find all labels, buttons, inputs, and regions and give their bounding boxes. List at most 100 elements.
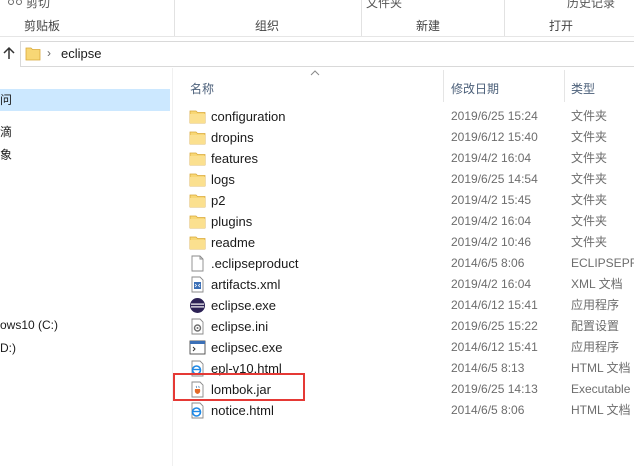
file-modified-date: 2019/6/25 15:22 bbox=[451, 319, 538, 333]
column-header-type[interactable]: 类型 bbox=[571, 80, 595, 97]
breadcrumb-eclipse[interactable]: eclipse bbox=[61, 46, 101, 61]
file-modified-date: 2019/4/2 15:45 bbox=[451, 193, 532, 207]
folder-icon bbox=[189, 150, 206, 167]
address-bar: › eclipse bbox=[0, 40, 634, 68]
ribbon: 剪切 剪贴板 组织 文件夹 新建 历史记录 打开 bbox=[0, 0, 634, 37]
highlight-annotation bbox=[173, 373, 305, 401]
scissors-icon[interactable] bbox=[8, 0, 22, 6]
file-name[interactable]: readme bbox=[211, 232, 255, 253]
nav-item-drive-d[interactable]: D:) bbox=[0, 337, 16, 359]
file-row[interactable]: .eclipseproduct 2014/6/5 8:06 ECLIPSEPRO bbox=[173, 253, 634, 274]
file-modified-date: 2019/4/2 16:04 bbox=[451, 214, 532, 228]
cut-label[interactable]: 剪切 bbox=[26, 0, 50, 11]
new-group-label: 新建 bbox=[416, 19, 441, 33]
file-modified-date: 2019/6/12 15:40 bbox=[451, 130, 538, 144]
file-modified-date: 2019/4/2 16:04 bbox=[451, 151, 532, 165]
file-modified-date: 2019/6/25 15:24 bbox=[451, 109, 538, 123]
address-box[interactable]: › eclipse bbox=[20, 41, 634, 67]
nav-item-label: 象 bbox=[0, 148, 13, 162]
file-row[interactable]: configuration 2019/6/25 15:24 文件夹 bbox=[173, 106, 634, 127]
up-arrow-icon[interactable] bbox=[2, 46, 16, 60]
folder-icon bbox=[189, 129, 206, 146]
navigation-pane: 问 滴 象 ows10 (C:) D:) bbox=[0, 68, 173, 466]
file-type: 配置设置 bbox=[571, 319, 620, 333]
nav-item-label: 问 bbox=[0, 93, 13, 107]
file-name[interactable]: artifacts.xml bbox=[211, 274, 280, 295]
file-modified-date: 2014/6/12 15:41 bbox=[451, 298, 538, 312]
file-modified-date: 2019/6/25 14:54 bbox=[451, 172, 538, 186]
file-row[interactable]: logs 2019/6/25 14:54 文件夹 bbox=[173, 169, 634, 190]
file-row[interactable]: eclipse.ini 2019/6/25 15:22 配置设置 bbox=[173, 316, 634, 337]
file-row[interactable]: artifacts.xml 2019/4/2 16:04 XML 文档 bbox=[173, 274, 634, 295]
ribbon-group-organize: 组织 bbox=[175, 0, 362, 36]
file-name[interactable]: logs bbox=[211, 169, 235, 190]
folder-icon bbox=[189, 171, 206, 188]
file-type: 文件夹 bbox=[571, 235, 608, 249]
file-type: Executable bbox=[571, 382, 631, 396]
file-name[interactable]: plugins bbox=[211, 211, 252, 232]
nav-item-2[interactable]: 滴 bbox=[0, 121, 12, 143]
file-name[interactable]: eclipsec.exe bbox=[211, 337, 283, 358]
file-row[interactable]: eclipse.exe 2014/6/12 15:41 应用程序 bbox=[173, 295, 634, 316]
nav-item-drive-c[interactable]: ows10 (C:) bbox=[0, 314, 58, 336]
ribbon-group-new: 文件夹 新建 bbox=[362, 0, 505, 36]
file-type: 文件夹 bbox=[571, 214, 608, 228]
nav-item-quick-access[interactable]: 问 bbox=[0, 89, 170, 111]
history-label[interactable]: 历史记录 bbox=[567, 0, 615, 11]
file-modified-date: 2019/6/25 14:13 bbox=[451, 382, 538, 396]
clipboard-group-label: 剪贴板 bbox=[24, 19, 61, 33]
sort-ascending-icon bbox=[310, 70, 320, 76]
file-type: 文件夹 bbox=[571, 109, 608, 123]
file-icon bbox=[189, 255, 206, 272]
file-name[interactable]: eclipse.ini bbox=[211, 316, 268, 337]
file-type: HTML 文档 bbox=[571, 403, 631, 417]
breadcrumb-separator-icon[interactable]: › bbox=[47, 46, 51, 60]
nav-item-label: D:) bbox=[0, 341, 16, 355]
folder-label[interactable]: 文件夹 bbox=[366, 0, 402, 11]
file-modified-date: 2014/6/5 8:06 bbox=[451, 403, 525, 417]
file-name[interactable]: eclipse.exe bbox=[211, 295, 276, 316]
nav-item-3[interactable]: 象 bbox=[0, 144, 12, 166]
file-row[interactable]: eclipsec.exe 2014/6/12 15:41 应用程序 bbox=[173, 337, 634, 358]
file-row[interactable]: plugins 2019/4/2 16:04 文件夹 bbox=[173, 211, 634, 232]
open-group-label: 打开 bbox=[549, 19, 574, 33]
ribbon-group-open: 历史记录 打开 bbox=[505, 0, 634, 36]
nav-item-label: ows10 (C:) bbox=[0, 318, 59, 332]
column-header: 名称 修改日期 类型 bbox=[173, 68, 634, 104]
file-name[interactable]: dropins bbox=[211, 127, 254, 148]
folder-icon bbox=[189, 192, 206, 209]
file-modified-date: 2014/6/5 8:13 bbox=[451, 361, 525, 375]
nav-item-label: 滴 bbox=[0, 125, 13, 139]
folder-icon bbox=[189, 234, 206, 251]
file-row[interactable]: readme 2019/4/2 10:46 文件夹 bbox=[173, 232, 634, 253]
html-file-icon bbox=[189, 402, 206, 419]
file-type: 文件夹 bbox=[571, 130, 608, 144]
column-divider[interactable] bbox=[564, 70, 565, 102]
file-row[interactable]: features 2019/4/2 16:04 文件夹 bbox=[173, 148, 634, 169]
ini-file-icon bbox=[189, 318, 206, 335]
file-type: 应用程序 bbox=[571, 340, 620, 354]
column-header-name[interactable]: 名称 bbox=[190, 80, 214, 97]
organize-group-label: 组织 bbox=[255, 19, 280, 33]
file-modified-date: 2019/4/2 10:46 bbox=[451, 235, 532, 249]
eclipse-app-icon bbox=[189, 297, 206, 314]
file-type: XML 文档 bbox=[571, 277, 623, 291]
ribbon-group-clipboard: 剪切 剪贴板 bbox=[0, 0, 175, 36]
file-row[interactable]: dropins 2019/6/12 15:40 文件夹 bbox=[173, 127, 634, 148]
column-header-date[interactable]: 修改日期 bbox=[451, 80, 499, 97]
column-divider[interactable] bbox=[443, 70, 444, 102]
folder-icon bbox=[189, 213, 206, 230]
file-row[interactable]: notice.html 2014/6/5 8:06 HTML 文档 bbox=[173, 400, 634, 421]
file-type: 文件夹 bbox=[571, 172, 608, 186]
file-name[interactable]: .eclipseproduct bbox=[211, 253, 298, 274]
file-name[interactable]: features bbox=[211, 148, 258, 169]
file-name[interactable]: notice.html bbox=[211, 400, 274, 421]
file-type: 应用程序 bbox=[571, 298, 620, 312]
console-app-icon bbox=[189, 339, 206, 356]
xml-file-icon bbox=[189, 276, 206, 293]
folder-icon bbox=[25, 47, 41, 61]
file-row[interactable]: p2 2019/4/2 15:45 文件夹 bbox=[173, 190, 634, 211]
file-type: ECLIPSEPRO bbox=[571, 256, 634, 270]
file-name[interactable]: p2 bbox=[211, 190, 225, 211]
file-name[interactable]: configuration bbox=[211, 106, 285, 127]
